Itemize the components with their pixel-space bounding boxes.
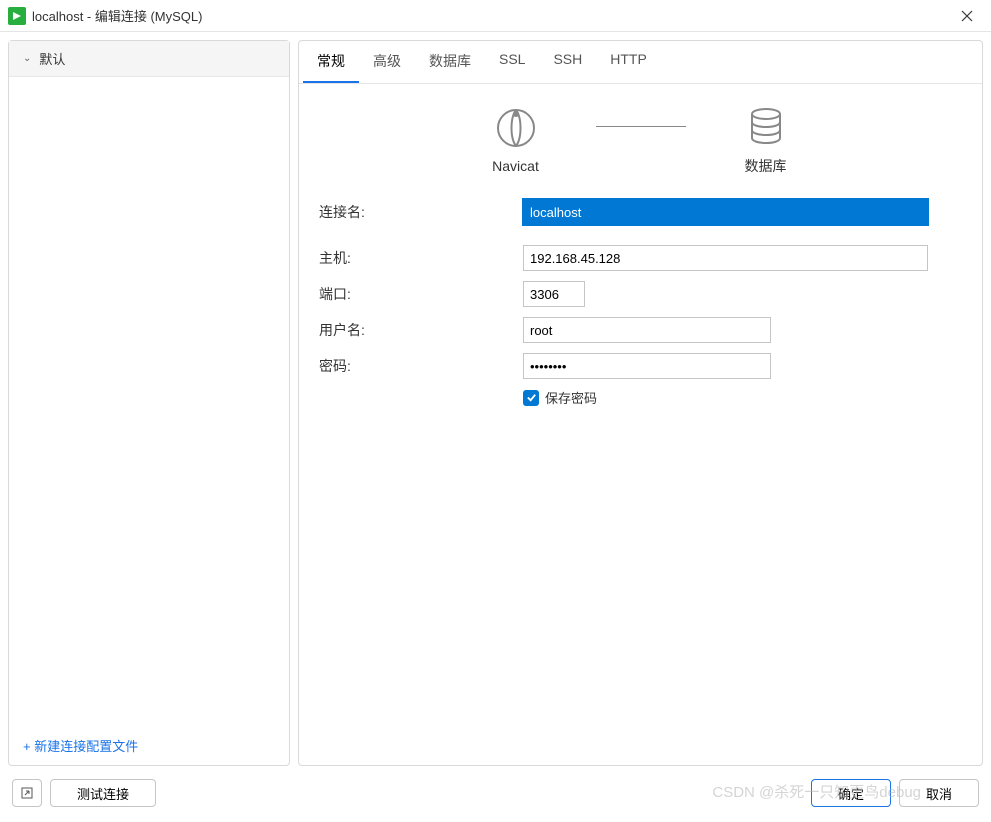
connection-diagram: Navicat 数据库 — [299, 84, 982, 184]
input-password[interactable] — [523, 353, 771, 379]
checkbox-save-password[interactable] — [523, 390, 539, 406]
input-port[interactable] — [523, 281, 585, 307]
sidebar-item-label: 默认 — [39, 49, 65, 68]
label-port: 端口: — [319, 284, 523, 304]
row-host: 主机: — [319, 244, 962, 272]
database-icon — [742, 102, 790, 150]
diagram-database-label: 数据库 — [745, 156, 787, 176]
titlebar: localhost - 编辑连接 (MySQL) — [0, 0, 991, 32]
main-panel: 常规 高级 数据库 SSL SSH HTTP Navicat 数据库 — [298, 40, 983, 766]
input-connection-name[interactable] — [523, 199, 928, 225]
tab-advanced[interactable]: 高级 — [359, 41, 415, 83]
row-username: 用户名: — [319, 316, 962, 344]
tabs: 常规 高级 数据库 SSL SSH HTTP — [299, 41, 982, 84]
sidebar-item-default[interactable]: ⌄ 默认 — [9, 41, 289, 77]
label-password: 密码: — [319, 356, 523, 376]
row-connection-name: 连接名: — [319, 198, 962, 226]
close-button[interactable] — [951, 2, 983, 30]
label-username: 用户名: — [319, 320, 523, 340]
sidebar-body — [9, 77, 289, 726]
diagram-database: 数据库 — [706, 102, 826, 176]
label-connection-name: 连接名: — [319, 202, 523, 222]
tab-ssl[interactable]: SSL — [485, 41, 539, 83]
row-port: 端口: — [319, 280, 962, 308]
row-password: 密码: — [319, 352, 962, 380]
navicat-icon — [492, 104, 540, 152]
chevron-down-icon: ⌄ — [23, 53, 31, 64]
new-profile-link[interactable]: + 新建连接配置文件 — [9, 726, 289, 765]
content-area: ⌄ 默认 + 新建连接配置文件 常规 高级 数据库 SSL SSH HTTP N… — [0, 32, 991, 774]
diagram-navicat-label: Navicat — [492, 158, 539, 174]
test-connection-button[interactable]: 测试连接 — [50, 779, 156, 807]
tab-http[interactable]: HTTP — [596, 41, 661, 83]
app-icon — [8, 7, 26, 25]
sidebar: ⌄ 默认 + 新建连接配置文件 — [8, 40, 290, 766]
ok-button[interactable]: 确定 — [811, 779, 891, 807]
tab-database[interactable]: 数据库 — [415, 41, 485, 83]
input-host[interactable] — [523, 245, 928, 271]
cancel-button[interactable]: 取消 — [899, 779, 979, 807]
tab-ssh[interactable]: SSH — [539, 41, 596, 83]
footer: 测试连接 确定 取消 — [0, 774, 991, 822]
label-save-password: 保存密码 — [545, 388, 597, 407]
row-save-password: 保存密码 — [523, 388, 962, 407]
tab-general[interactable]: 常规 — [303, 41, 359, 83]
popup-icon-button[interactable] — [12, 779, 42, 807]
form: 连接名: 主机: 端口: 用户名: 密码: — [299, 184, 982, 421]
diagram-connector-line — [596, 126, 686, 127]
window-title: localhost - 编辑连接 (MySQL) — [32, 6, 951, 25]
input-username[interactable] — [523, 317, 771, 343]
label-host: 主机: — [319, 248, 523, 268]
diagram-navicat: Navicat — [456, 104, 576, 174]
